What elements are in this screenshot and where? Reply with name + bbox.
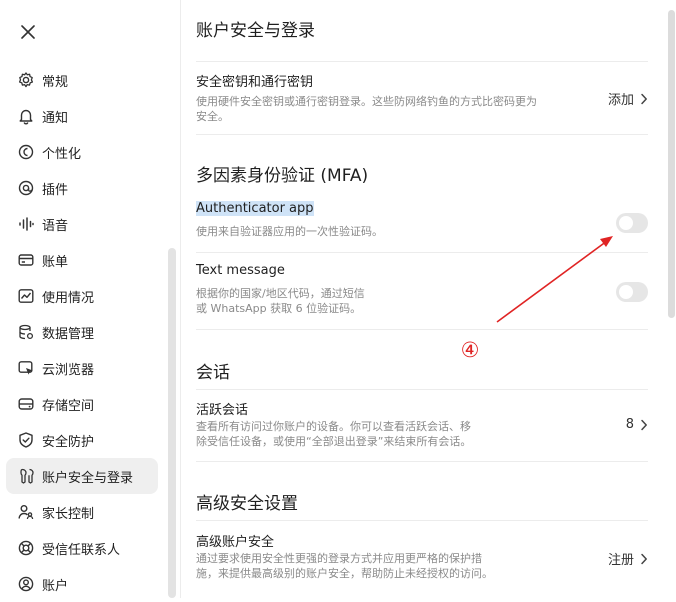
annotation-number: ④ — [460, 338, 480, 362]
annotation-arrow — [496, 236, 613, 323]
